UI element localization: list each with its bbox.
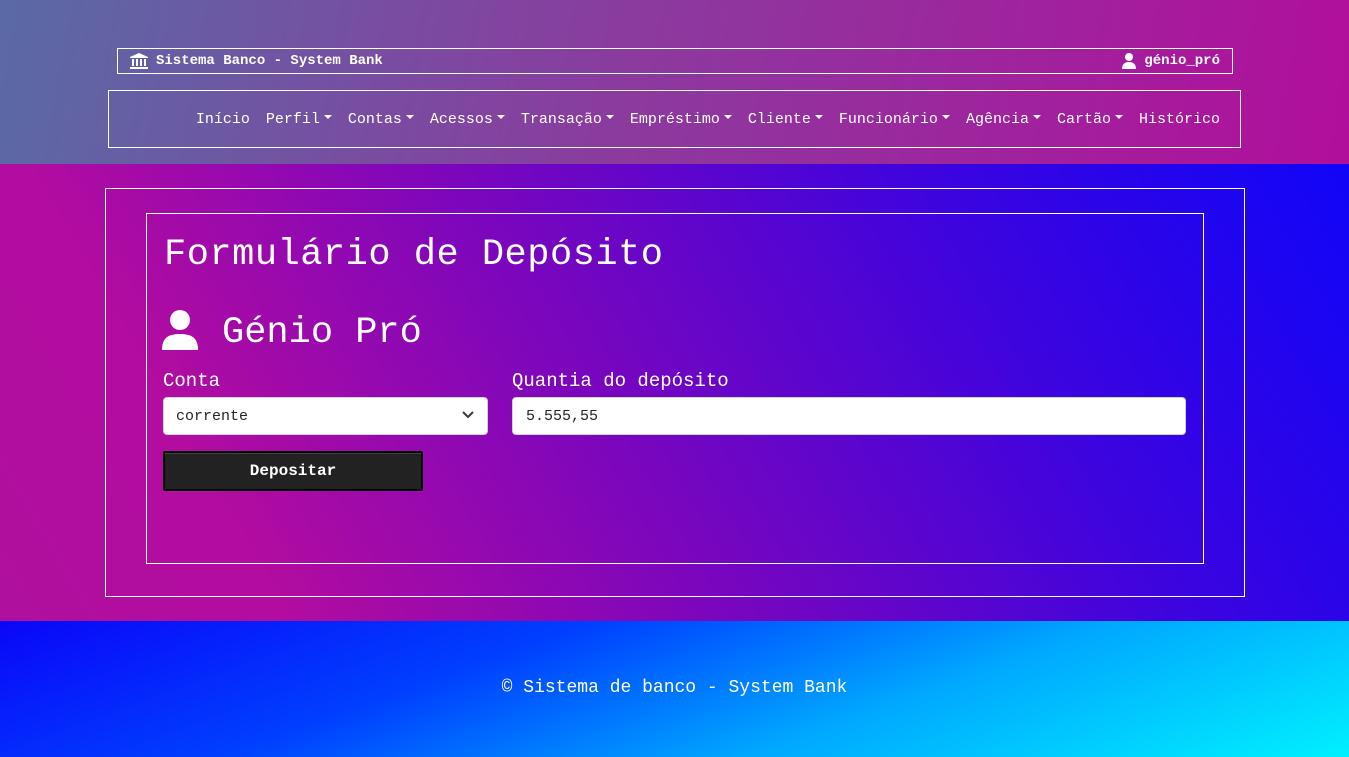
account-select[interactable]: corrente: [163, 397, 488, 435]
nav-item-label: Cliente: [747, 110, 811, 128]
nav-item-label: Perfil: [265, 110, 320, 128]
brand[interactable]: Sistema Banco - System Bank: [130, 53, 383, 69]
main-content: Formulário de Depósito Génio Pró Conta c…: [0, 164, 1349, 621]
nav-item-label: Empréstimo: [629, 110, 720, 128]
nav-item-cliente[interactable]: Cliente: [748, 111, 823, 128]
nav-item-acessos[interactable]: Acessos: [430, 111, 505, 128]
chevron-down-icon: [461, 408, 475, 425]
amount-label: Quantia do depósito: [512, 370, 729, 392]
caret-down-icon: [605, 115, 614, 119]
page-title: Formulário de Depósito: [164, 234, 664, 276]
user-label: génio_pró: [1144, 53, 1220, 69]
nav-item-label: Funcionário: [838, 110, 938, 128]
nav-item-historico[interactable]: Histórico: [1139, 111, 1220, 128]
nav-item-label: Cartão: [1056, 110, 1111, 128]
caret-down-icon: [941, 115, 950, 119]
deposit-button-label: Depositar: [249, 462, 337, 480]
main-nav: Início Perfil Contas Acessos Transação E…: [108, 90, 1241, 148]
customer-name: Génio Pró: [222, 311, 422, 354]
brand-label: Sistema Banco - System Bank: [156, 53, 383, 69]
top-bar: Sistema Banco - System Bank génio_pró: [117, 48, 1233, 74]
nav-item-label: Acessos: [429, 110, 493, 128]
amount-input[interactable]: 5.555,55: [512, 397, 1186, 435]
amount-input-value: 5.555,55: [526, 407, 599, 425]
caret-down-icon: [323, 115, 332, 119]
user-menu[interactable]: génio_pró: [1122, 53, 1220, 69]
nav-item-label: Início: [195, 110, 250, 128]
page-header: Sistema Banco - System Bank génio_pró In…: [0, 0, 1349, 164]
nav-item-label: Agência: [965, 110, 1029, 128]
caret-down-icon: [723, 115, 732, 119]
account-label: Conta: [163, 370, 221, 392]
nav-item-label: Contas: [347, 110, 402, 128]
bank-icon: [130, 53, 148, 69]
nav-item-emprestimo[interactable]: Empréstimo: [630, 111, 732, 128]
caret-down-icon: [1114, 115, 1123, 119]
page-footer: © Sistema de banco - System Bank: [0, 621, 1349, 757]
nav-item-contas[interactable]: Contas: [348, 111, 414, 128]
nav-item-perfil[interactable]: Perfil: [266, 111, 332, 128]
nav-item-transacao[interactable]: Transação: [521, 111, 614, 128]
caret-down-icon: [1032, 115, 1041, 119]
account-select-value: corrente: [176, 407, 249, 425]
customer-info: Génio Pró: [162, 310, 422, 355]
nav-item-funcionario[interactable]: Funcionário: [839, 111, 950, 128]
nav-item-agencia[interactable]: Agência: [966, 111, 1041, 128]
caret-down-icon: [405, 115, 414, 119]
deposit-button[interactable]: Depositar: [163, 451, 423, 491]
user-icon: [162, 310, 198, 355]
nav-item-label: Histórico: [1138, 110, 1220, 128]
nav-item-label: Transação: [520, 110, 602, 128]
caret-down-icon: [814, 115, 823, 119]
nav-item-cartao[interactable]: Cartão: [1057, 111, 1123, 128]
user-icon: [1122, 53, 1137, 69]
nav-item-inicio[interactable]: Início: [196, 111, 250, 128]
caret-down-icon: [496, 115, 505, 119]
footer-text: © Sistema de banco - System Bank: [501, 678, 848, 698]
